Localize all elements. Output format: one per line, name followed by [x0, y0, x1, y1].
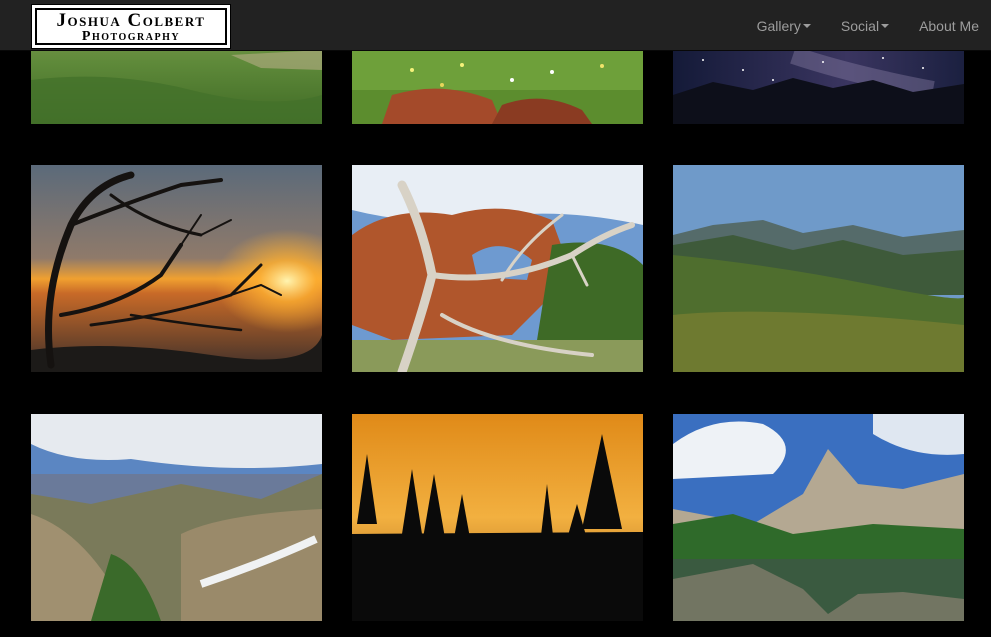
top-navbar: Joshua Colbert Photography Gallery Socia… [0, 0, 991, 51]
brand-logo[interactable]: Joshua Colbert Photography [31, 4, 231, 49]
photo-arch-image [352, 165, 643, 372]
gallery-photo-pine-sunset[interactable] [352, 414, 643, 621]
gallery-photo-lake-reflection[interactable] [673, 414, 964, 621]
gallery-photo-arch[interactable] [352, 165, 643, 372]
gallery-photo-dead-tree-sunset[interactable] [31, 165, 322, 372]
nav-menu: Gallery Social About Me [742, 0, 979, 51]
nav-gallery-dropdown[interactable]: Gallery [742, 18, 826, 34]
gallery-photo-alpine-cirque[interactable] [31, 414, 322, 621]
nav-about-label: About Me [919, 17, 979, 34]
caret-down-icon [881, 23, 890, 28]
brand-tagline: Photography [81, 29, 181, 44]
nav-about-link[interactable]: About Me [904, 18, 979, 34]
nav-social-label: Social [840, 17, 880, 34]
caret-down-icon [802, 23, 811, 28]
photo-lake-reflection-image [673, 414, 964, 621]
photo-pine-sunset-image [352, 414, 643, 621]
gallery-photo-green-meadow[interactable] [673, 165, 964, 372]
brand-name: Joshua Colbert [56, 10, 206, 31]
nav-gallery-label: Gallery [756, 17, 801, 34]
brand-logo-frame: Joshua Colbert Photography [35, 8, 227, 45]
photo-green-meadow-image [673, 165, 964, 372]
photo-alpine-cirque-image [31, 414, 322, 621]
photo-dead-tree-sunset-image [31, 165, 322, 372]
nav-social-dropdown[interactable]: Social [826, 18, 904, 34]
